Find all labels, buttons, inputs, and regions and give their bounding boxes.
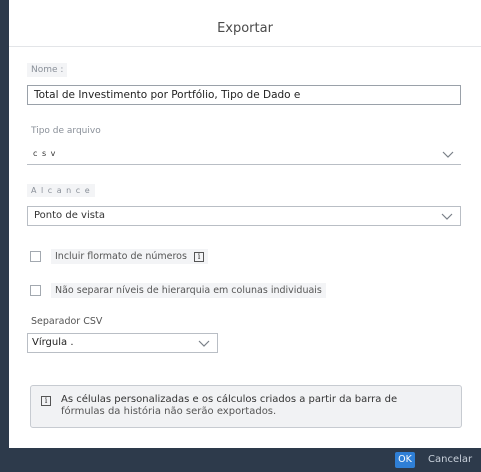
info-message: As células personalizadas e os cálculos …	[61, 394, 397, 418]
include-number-format-checkbox[interactable]	[30, 251, 41, 262]
name-input[interactable]: Total de Investimento por Portfólio, Tip…	[27, 85, 461, 105]
scope-select[interactable]: Ponto de vista	[27, 206, 461, 226]
separator-label: Separador CSV	[31, 316, 103, 327]
file-type-select[interactable]: c s v	[27, 145, 461, 165]
no-separate-hierarchy-label: Não separar níveis de hierarquia em colu…	[51, 283, 326, 298]
file-type-label: Tipo de arquivo	[31, 126, 101, 136]
scope-label: A l c a n c e	[27, 184, 95, 197]
info-line-1: As células personalizadas e os cálculos …	[61, 394, 398, 405]
chevron-down-icon	[442, 151, 454, 158]
no-separate-hierarchy-row[interactable]: Não separar níveis de hierarquia em colu…	[30, 283, 326, 298]
separator-select[interactable]: Vírgula .	[27, 333, 218, 353]
info-message-box: i As células personalizadas e os cálculo…	[30, 385, 462, 428]
file-type-value: c s v	[33, 149, 57, 158]
info-icon: i	[41, 396, 51, 406]
dialog-title: Exportar	[9, 12, 481, 47]
chevron-down-icon	[198, 340, 210, 347]
no-separate-hierarchy-checkbox[interactable]	[30, 285, 41, 296]
name-label: Nome :	[27, 63, 68, 77]
left-edge-bar	[0, 0, 9, 472]
chevron-down-icon	[441, 213, 453, 220]
export-dialog: Exportar Nome : Total de Investimento po…	[0, 0, 481, 472]
ok-button[interactable]: OK	[395, 452, 415, 468]
info-icon[interactable]: i	[193, 252, 204, 262]
info-line-2: fórmulas da história não serão exportado…	[61, 406, 277, 417]
scope-value: Ponto de vista	[34, 210, 105, 221]
include-number-format-label: Incluir flormato de números i	[51, 249, 208, 264]
include-number-format-row[interactable]: Incluir flormato de números i	[30, 249, 208, 264]
separator-value: Vírgula .	[32, 337, 74, 348]
cancel-button[interactable]: Cancelar	[428, 452, 472, 468]
